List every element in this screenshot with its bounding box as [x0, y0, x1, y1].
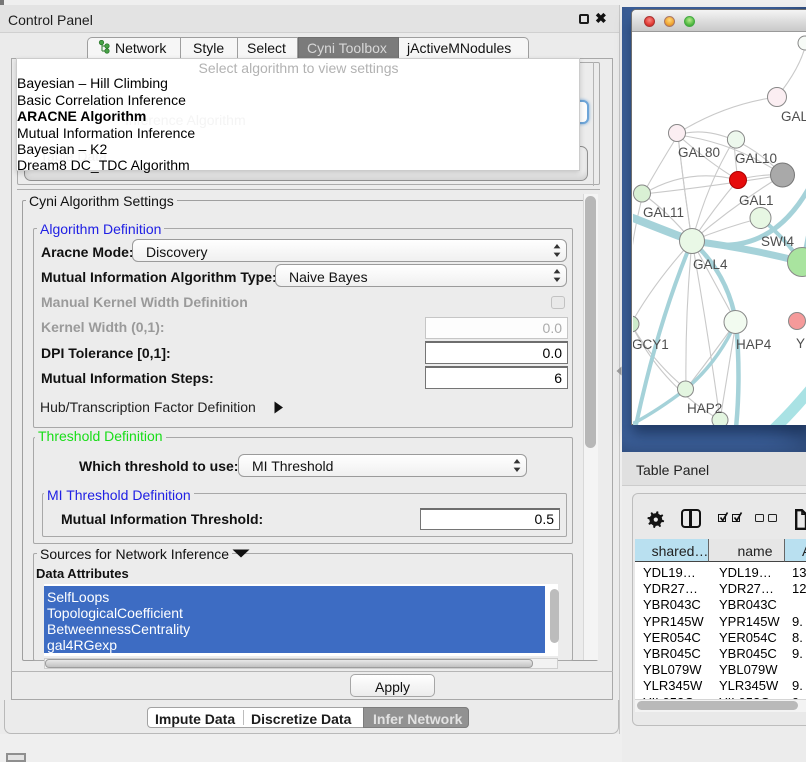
- svg-text:GAL11: GAL11: [643, 205, 684, 220]
- svg-text:HAP4: HAP4: [736, 337, 772, 352]
- svg-text:GAL80: GAL80: [678, 145, 720, 160]
- svg-text:GAL10: GAL10: [735, 151, 777, 166]
- svg-text:GAL4: GAL4: [693, 257, 728, 272]
- svg-text:Y: Y: [796, 336, 805, 351]
- svg-text:GCY1: GCY1: [633, 337, 669, 352]
- svg-text:SWI4: SWI4: [761, 234, 794, 249]
- svg-text:GAL: GAL: [781, 109, 806, 124]
- svg-text:GAL1: GAL1: [739, 193, 774, 208]
- svg-text:HAP2: HAP2: [687, 401, 722, 416]
